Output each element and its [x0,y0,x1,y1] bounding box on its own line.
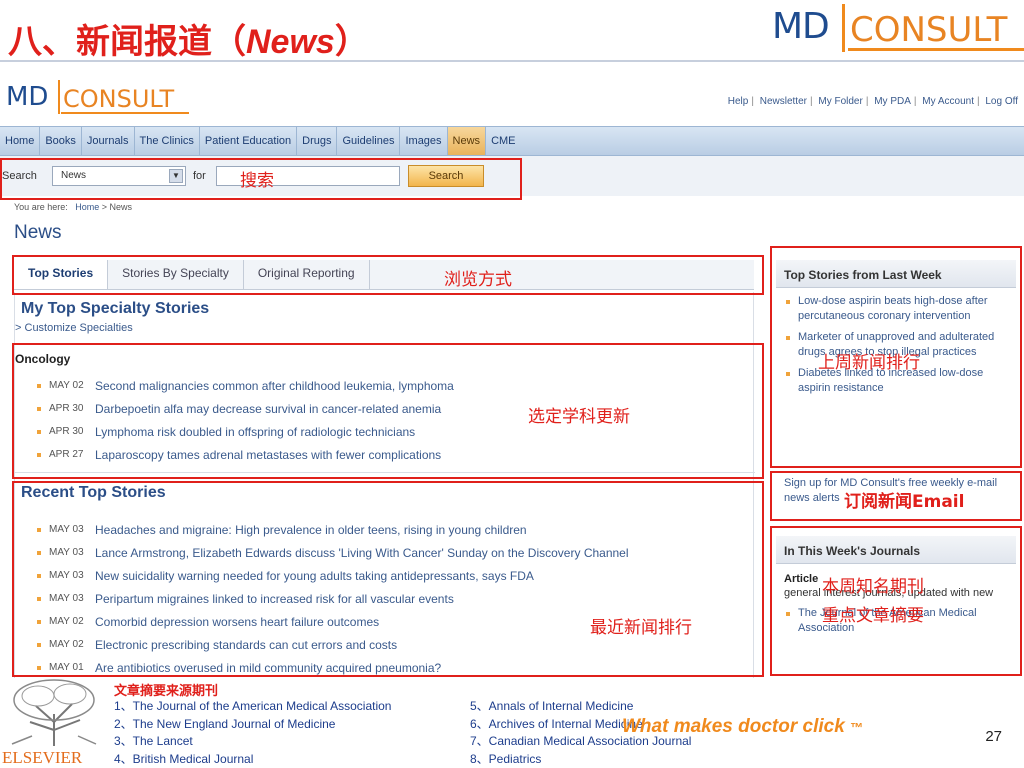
customize-specialties: > Customize Specialties [15,322,133,334]
story-link[interactable]: New suicidality warning needed for young… [95,569,534,583]
annotation-search: 搜索 [240,171,274,191]
sources-title: 文章摘要来源期刊 [114,684,219,699]
annotation-recent: 最近新闻排行 [590,618,692,638]
last-week-story-link[interactable]: Low-dose aspirin beats high-dose after p… [786,294,1008,324]
top-link-my-folder[interactable]: My Folder [818,96,862,107]
list-item: APR 27 Laparoscopy tames adrenal metastas… [37,443,454,466]
list-item: 4、British Medical Journal [114,751,254,766]
story-link[interactable]: Lance Armstrong, Elizabeth Edwards discu… [95,546,629,560]
md-consult-logo: MD CONSULT [772,2,1024,54]
list-item: APR 30 Darbepoetin alfa may decrease surv… [37,397,454,420]
bullet-icon [37,619,41,624]
specialty-story-list: MAY 02 Second malignancies common after c… [37,374,454,466]
story-link[interactable]: Laparoscopy tames adrenal metastases wit… [95,448,441,462]
annotation-journals-1: 本周知名期刊 [822,577,924,597]
list-item: MAY 02 Second malignancies common after c… [37,374,454,397]
sources-list-left: 1、The Journal of the American Medical As… [114,698,391,768]
story-link[interactable]: Comorbid depression worsens heart failur… [95,615,379,629]
breadcrumb: You are here: Home > News [14,202,133,212]
site-logo[interactable]: MD CONSULT [6,78,196,122]
bullet-icon [37,406,41,411]
nav-journals[interactable]: Journals [82,127,135,155]
story-link[interactable]: Second malignancies common after childho… [95,379,454,393]
bullet-icon [37,642,41,647]
story-link[interactable]: Headaches and migraine: High prevalence … [95,523,527,537]
annotation-browse: 浏览方式 [444,270,512,290]
search-label: Search [2,170,37,182]
bullet-icon [37,452,41,457]
story-link[interactable]: Darbepoetin alfa may decrease survival i… [95,402,441,416]
bullet-icon [37,527,41,532]
slide-title: 八、新闻报道（News） [8,22,369,62]
story-link[interactable]: Peripartum migraines linked to increased… [95,592,454,606]
list-item: APR 30 Lymphoma risk doubled in offspring… [37,420,454,443]
list-item: MAY 02 Comorbid depression worsens heart … [37,610,629,633]
nav-cme[interactable]: CME [486,127,520,155]
list-item: MAY 03 Peripartum migraines linked to inc… [37,587,629,610]
nav-home[interactable]: Home [0,127,41,155]
tab-stories-by-specialty[interactable]: Stories By Specialty [108,260,244,289]
bullet-icon [37,550,41,555]
elsevier-wordmark: ELSEVIER [2,748,83,767]
tab-original-reporting[interactable]: Original Reporting [244,260,370,289]
nav-images[interactable]: Images [400,127,448,155]
nav-drugs[interactable]: Drugs [297,127,338,155]
top-link-help[interactable]: Help [728,96,749,107]
page-title: News [14,222,62,243]
nav-books[interactable]: Books [40,127,82,155]
last-week-heading: Top Stories from Last Week [776,260,1016,288]
nav-guidelines[interactable]: Guidelines [337,127,401,155]
list-item: MAY 01 Are antibiotics overused in mild c… [37,656,629,678]
bullet-icon [37,383,41,388]
tagline: What makes doctor click ™ [622,716,864,737]
main-nav: Home Books Journals The Clinics Patient … [0,126,1024,156]
customize-specialties-link[interactable]: Customize Specialties [25,322,133,334]
list-item: 5、Annals of Internal Medicine [470,699,634,713]
top-link-my-account[interactable]: My Account [922,96,974,107]
search-button[interactable]: Search [408,165,484,187]
search-bar: Search News ▼ for Search [0,156,1024,196]
list-item: MAY 03 Lance Armstrong, Elizabeth Edwards… [37,541,629,564]
elsevier-tree-logo [2,678,106,748]
specialty-heading: Oncology [15,352,71,366]
view-tabs: Top Stories Stories By Specialty Origina… [14,260,754,290]
list-item: 2、The New England Journal of Medicine [114,716,336,731]
story-link[interactable]: Lymphoma risk doubled in offspring of ra… [95,425,415,439]
for-label: for [193,170,206,182]
annotation-email: 订阅新闻Email [844,492,965,512]
page-number: 27 [985,728,1002,745]
bullet-icon [37,429,41,434]
search-scope-select[interactable]: News ▼ [52,166,186,186]
nav-patient-education[interactable]: Patient Education [200,127,298,155]
journals-heading: In This Week's Journals [776,536,1016,564]
tab-top-stories[interactable]: Top Stories [14,260,109,289]
nav-the-clinics[interactable]: The Clinics [135,127,200,155]
top-link-log-off[interactable]: Log Off [985,96,1018,107]
annotation-specialty: 选定学科更新 [528,407,630,427]
top-links: Help | Newsletter | My Folder | My PDA | My … [727,96,1018,107]
recent-story-list: MAY 03 Headaches and migraine: High preva… [37,518,629,678]
list-item: 1、The Journal of the American Medical As… [114,699,392,713]
annotation-last-week: 上周新闻排行 [818,353,920,373]
slide-footer: ELSEVIER 文章摘要来源期刊 1、The Journal of the A… [0,678,1024,768]
list-item: MAY 02 Electronic prescribing standards c… [37,633,629,656]
bullet-icon [37,665,41,670]
story-link[interactable]: Electronic prescribing standards can cut… [95,638,397,652]
list-item: MAY 03 New suicidality warning needed for… [37,564,629,587]
chevron-down-icon[interactable]: ▼ [169,169,183,183]
bullet-icon [37,596,41,601]
breadcrumb-home[interactable]: Home [75,202,99,212]
bullet-icon [37,573,41,578]
my-top-stories-heading: My Top Specialty Stories [21,300,210,317]
list-item: 8、Pediatrics [470,751,542,766]
recent-stories-heading: Recent Top Stories [21,484,166,501]
annotation-journals-2: 重点文章摘要 [822,606,924,626]
top-link-my-pda[interactable]: My PDA [874,96,911,107]
list-item: MAY 03 Headaches and migraine: High preva… [37,518,629,541]
nav-news[interactable]: News [447,127,487,155]
top-link-newsletter[interactable]: Newsletter [760,96,807,107]
story-link[interactable]: Are antibiotics overused in mild communi… [95,661,441,675]
list-item: 3、The Lancet [114,734,193,748]
